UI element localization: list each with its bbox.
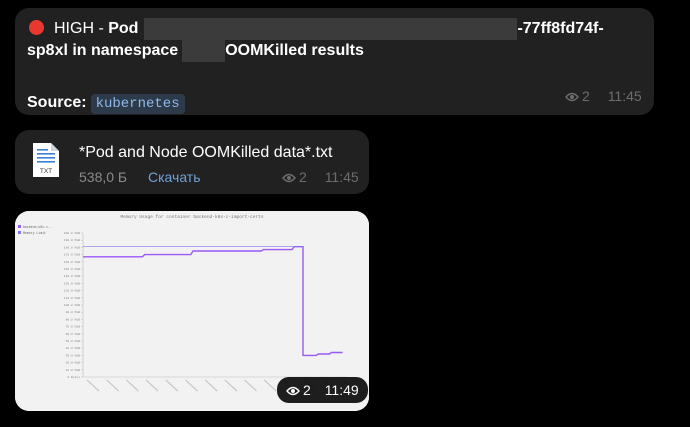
chart-title: Memory Usage for container backend-k8s-c… (120, 214, 263, 220)
y-tick-label: 180.0 MiB (64, 245, 80, 249)
alert-message[interactable]: HIGH - Pod -77ff8fd74f- sp8xl in namespac… (15, 8, 654, 115)
y-tick-label: 40.0 MiB (66, 346, 81, 350)
alert-title-line2: sp8xl in namespace OOMKilled results (27, 40, 364, 62)
message-meta: 2 11:45 (282, 169, 359, 185)
pod-label: Pod (108, 20, 139, 37)
file-ext-label: TXT (40, 168, 52, 175)
y-tick-label: 30.0 MiB (66, 353, 81, 357)
y-tick-label: 140.0 MiB (64, 274, 80, 278)
legend-label: Memory Limit (23, 231, 46, 235)
y-tick-label: 10.0 MiB (66, 368, 81, 372)
y-tick-label: 80.0 MiB (66, 317, 81, 321)
alert-title-line1: HIGH - Pod -77ff8fd74f- (29, 18, 604, 40)
download-link[interactable]: Скачать (148, 169, 201, 185)
y-tick-label: 190.0 MiB (64, 238, 80, 242)
y-tick-label: 160.0 MiB (64, 260, 80, 264)
y-tick-label: 20.0 MiB (66, 361, 81, 365)
y-tick-label: 100.0 MiB (64, 303, 80, 307)
y-tick-label: 170.0 MiB (64, 253, 80, 257)
y-tick-label: 0 Bytes (67, 376, 80, 379)
message-time: 11:45 (324, 169, 359, 185)
legend-swatch (18, 225, 21, 228)
redacted-block (144, 18, 518, 40)
severity-separator: - (94, 20, 109, 37)
legend-label: backend-k8s-c... (23, 225, 54, 229)
severity-text: HIGH (54, 20, 94, 37)
view-count: 2 (582, 88, 590, 104)
message-time: 11:49 (324, 382, 359, 398)
y-tick-label: 110.0 MiB (64, 296, 80, 300)
view-count: 2 (299, 169, 307, 185)
pod-name-suffix: -77ff8fd74f- (517, 20, 604, 37)
alert-status-text: OOMKilled results (225, 42, 364, 59)
y-tick-label: 200.0 MiB (64, 231, 80, 235)
image-time-badge: 2 11:49 (277, 377, 368, 403)
redacted-namespace (182, 40, 226, 62)
y-tick-label: 70.0 MiB (66, 325, 81, 329)
red-circle-icon (29, 20, 44, 35)
file-message[interactable]: TXT *Pod and Node OOMKilled data*.txt 53… (15, 130, 369, 194)
y-tick-label: 130.0 MiB (64, 281, 80, 285)
eye-icon (286, 386, 300, 396)
y-tick-label: 60.0 MiB (66, 332, 81, 336)
source-label: Source: (27, 94, 87, 111)
message-time: 11:45 (607, 88, 642, 104)
file-name[interactable]: *Pod and Node OOMKilled data*.txt (79, 144, 332, 162)
file-size: 538,0 Б (79, 169, 128, 185)
eye-icon (282, 173, 296, 183)
y-tick-label: 120.0 MiB (64, 289, 80, 293)
y-tick-label: 150.0 MiB (64, 267, 80, 271)
y-tick-label: 90.0 MiB (66, 310, 81, 314)
source-code: kubernetes (90, 94, 185, 114)
message-meta: 2 11:45 (565, 88, 642, 104)
view-count: 2 (303, 382, 311, 398)
eye-icon (565, 92, 579, 102)
legend-swatch (18, 231, 21, 234)
source-line: Source: kubernetes (27, 92, 185, 115)
txt-file-icon[interactable]: TXT (33, 143, 59, 177)
y-tick-label: 50.0 MiB (66, 339, 81, 343)
pod-name-end: sp8xl in namespace (27, 42, 179, 59)
